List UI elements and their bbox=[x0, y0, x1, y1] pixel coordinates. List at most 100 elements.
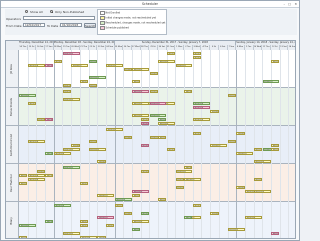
scheduled-job[interactable]: WF00324 bbox=[106, 127, 123, 131]
scheduled-job[interactable]: WF00324 bbox=[271, 143, 280, 147]
minimize-icon[interactable]: – bbox=[284, 2, 286, 6]
scheduled-job[interactable]: WF00324 bbox=[62, 165, 80, 169]
operators-field[interactable] bbox=[23, 16, 95, 20]
scheduled-job[interactable]: WF00324 bbox=[88, 147, 106, 151]
scheduled-job[interactable]: WF00324 bbox=[184, 215, 193, 219]
scheduled-job[interactable]: WF00324 bbox=[132, 193, 141, 197]
scheduled-job[interactable]: WF00324 bbox=[193, 51, 202, 55]
scheduled-job[interactable]: WF00324 bbox=[184, 165, 193, 169]
scheduled-job[interactable]: WF00324 bbox=[27, 63, 45, 67]
scheduled-job[interactable]: WF00324 bbox=[253, 147, 262, 151]
scheduled-job[interactable]: WF00324 bbox=[19, 181, 28, 185]
scheduled-job[interactable]: WF00324 bbox=[114, 197, 132, 201]
scheduled-job[interactable]: WF00324 bbox=[227, 139, 236, 143]
scheduled-job[interactable]: WF00324 bbox=[27, 173, 45, 177]
close-icon[interactable]: ✕ bbox=[294, 2, 297, 6]
scheduled-job[interactable]: WF00324 bbox=[271, 147, 280, 151]
scheduled-job[interactable]: WF00324 bbox=[158, 117, 167, 121]
scheduled-job[interactable]: WF00324 bbox=[193, 101, 210, 105]
scheduled-job[interactable]: WF00324 bbox=[253, 189, 271, 193]
scheduled-job[interactable]: WF00324 bbox=[62, 89, 71, 93]
scheduled-job[interactable]: WF00324 bbox=[175, 185, 184, 189]
scheduled-job[interactable]: WF00324 bbox=[210, 211, 219, 215]
scheduled-job[interactable]: WF00324 bbox=[19, 235, 28, 238]
scheduled-job[interactable]: WF00324 bbox=[123, 135, 132, 139]
scheduled-job[interactable]: WF00324 bbox=[88, 59, 97, 63]
scheduled-job[interactable]: WF00324 bbox=[97, 159, 106, 163]
scheduled-job[interactable]: WF00324 bbox=[36, 169, 45, 173]
scheduled-job[interactable]: WF00324 bbox=[36, 117, 45, 121]
scheduled-job[interactable]: WF00324 bbox=[271, 231, 280, 235]
show-all-radio[interactable] bbox=[25, 10, 28, 13]
scheduled-job[interactable]: WF00324 bbox=[71, 63, 89, 67]
scheduled-job[interactable]: WF00324 bbox=[175, 177, 184, 181]
scheduled-job[interactable]: WF00324 bbox=[193, 55, 202, 59]
scheduled-job[interactable]: WF00324 bbox=[210, 143, 228, 147]
scheduled-job[interactable]: WF00324 bbox=[80, 223, 89, 227]
scheduled-job[interactable]: WF00324 bbox=[149, 101, 167, 105]
scheduled-job[interactable]: WF00324 bbox=[158, 135, 167, 139]
scheduled-job[interactable]: WF00324 bbox=[80, 235, 97, 238]
scheduled-job[interactable]: WF00324 bbox=[45, 219, 54, 223]
scheduled-job[interactable]: WF00324 bbox=[19, 173, 28, 177]
scheduled-job[interactable]: WF00324 bbox=[132, 113, 149, 117]
scheduled-job[interactable]: WF00324 bbox=[184, 177, 202, 181]
scheduled-job[interactable]: WF00324 bbox=[106, 223, 115, 227]
scheduled-job[interactable]: WF00324 bbox=[62, 51, 80, 55]
scheduled-job[interactable]: WF00324 bbox=[62, 83, 71, 87]
scheduled-job[interactable]: WF00324 bbox=[184, 89, 193, 93]
scheduled-job[interactable]: WF00324 bbox=[88, 75, 106, 79]
scheduled-job[interactable]: WF00324 bbox=[175, 63, 193, 67]
scheduled-job[interactable]: WF00324 bbox=[253, 159, 271, 163]
scheduled-job[interactable]: WF00324 bbox=[166, 51, 176, 55]
scheduled-job[interactable]: WF00324 bbox=[45, 117, 54, 121]
scheduled-job[interactable]: WF00324 bbox=[132, 67, 149, 71]
scheduled-job[interactable]: WF00324 bbox=[175, 169, 193, 173]
scheduled-job[interactable]: WF00324 bbox=[71, 143, 80, 147]
scheduled-job[interactable]: WF00324 bbox=[123, 67, 132, 71]
scheduled-job[interactable]: WF00324 bbox=[54, 203, 71, 207]
scheduled-job[interactable]: WF00324 bbox=[62, 231, 80, 235]
scheduled-job[interactable]: WF00324 bbox=[114, 203, 123, 207]
search-button[interactable]: Search bbox=[84, 22, 96, 28]
scheduled-job[interactable]: WF00324 bbox=[54, 151, 71, 155]
scheduled-job[interactable]: WF00324 bbox=[236, 151, 254, 155]
scheduled-job[interactable]: WF00324 bbox=[149, 89, 158, 93]
scheduled-job[interactable]: WF00324 bbox=[236, 131, 245, 135]
scheduled-job[interactable]: WF00324 bbox=[253, 177, 262, 181]
scheduled-job[interactable]: WF00324 bbox=[271, 59, 280, 63]
scheduled-job[interactable]: WF00324 bbox=[158, 59, 176, 63]
scheduled-job[interactable]: WF00324 bbox=[193, 105, 210, 109]
scheduled-job[interactable]: WF00324 bbox=[45, 173, 54, 177]
scheduled-job[interactable]: WF00324 bbox=[106, 63, 123, 67]
scheduled-job[interactable]: WF00324 bbox=[27, 177, 45, 181]
scheduled-job[interactable]: WF00324 bbox=[80, 219, 89, 223]
scheduled-job[interactable]: WF00324 bbox=[132, 189, 149, 193]
scheduled-job[interactable]: WF00324 bbox=[140, 121, 149, 125]
scheduled-job[interactable]: WF00324 bbox=[140, 211, 149, 215]
scheduled-job[interactable]: WF00324 bbox=[80, 79, 89, 83]
scheduled-job[interactable]: WF00324 bbox=[80, 181, 89, 185]
scheduled-job[interactable]: WF00324 bbox=[88, 139, 97, 143]
scheduled-job[interactable]: WF00324 bbox=[193, 203, 202, 207]
scheduled-job[interactable]: WF00324 bbox=[262, 79, 280, 83]
scheduled-job[interactable]: WF00324 bbox=[140, 169, 149, 173]
scheduled-job[interactable]: WF00324 bbox=[62, 97, 80, 101]
scheduled-job[interactable]: WF00324 bbox=[97, 235, 106, 238]
scheduled-job[interactable]: WF00324 bbox=[45, 151, 54, 155]
scheduled-job[interactable]: WF00324 bbox=[245, 215, 262, 219]
scheduled-job[interactable]: WF00324 bbox=[54, 59, 63, 63]
scheduled-job[interactable]: WF00324 bbox=[193, 117, 210, 121]
scheduled-job[interactable]: WF00324 bbox=[97, 215, 115, 219]
scheduled-job[interactable]: WF00324 bbox=[227, 227, 245, 231]
scheduled-job[interactable]: WF00324 bbox=[45, 63, 54, 67]
scheduled-job[interactable]: WF00324 bbox=[27, 101, 37, 105]
scheduled-job[interactable]: WF00324 bbox=[88, 83, 97, 87]
to-date-field[interactable]: 01/16/2018 bbox=[60, 23, 82, 27]
scheduled-job[interactable]: WF00324 bbox=[62, 147, 80, 151]
scheduled-job[interactable]: WF00324 bbox=[132, 219, 149, 223]
scheduled-job[interactable]: WF00324 bbox=[132, 79, 141, 83]
scheduled-job[interactable]: WF00324 bbox=[236, 185, 245, 189]
scheduled-job[interactable]: WF00324 bbox=[132, 101, 149, 105]
scheduled-job[interactable]: WF00324 bbox=[27, 139, 45, 143]
